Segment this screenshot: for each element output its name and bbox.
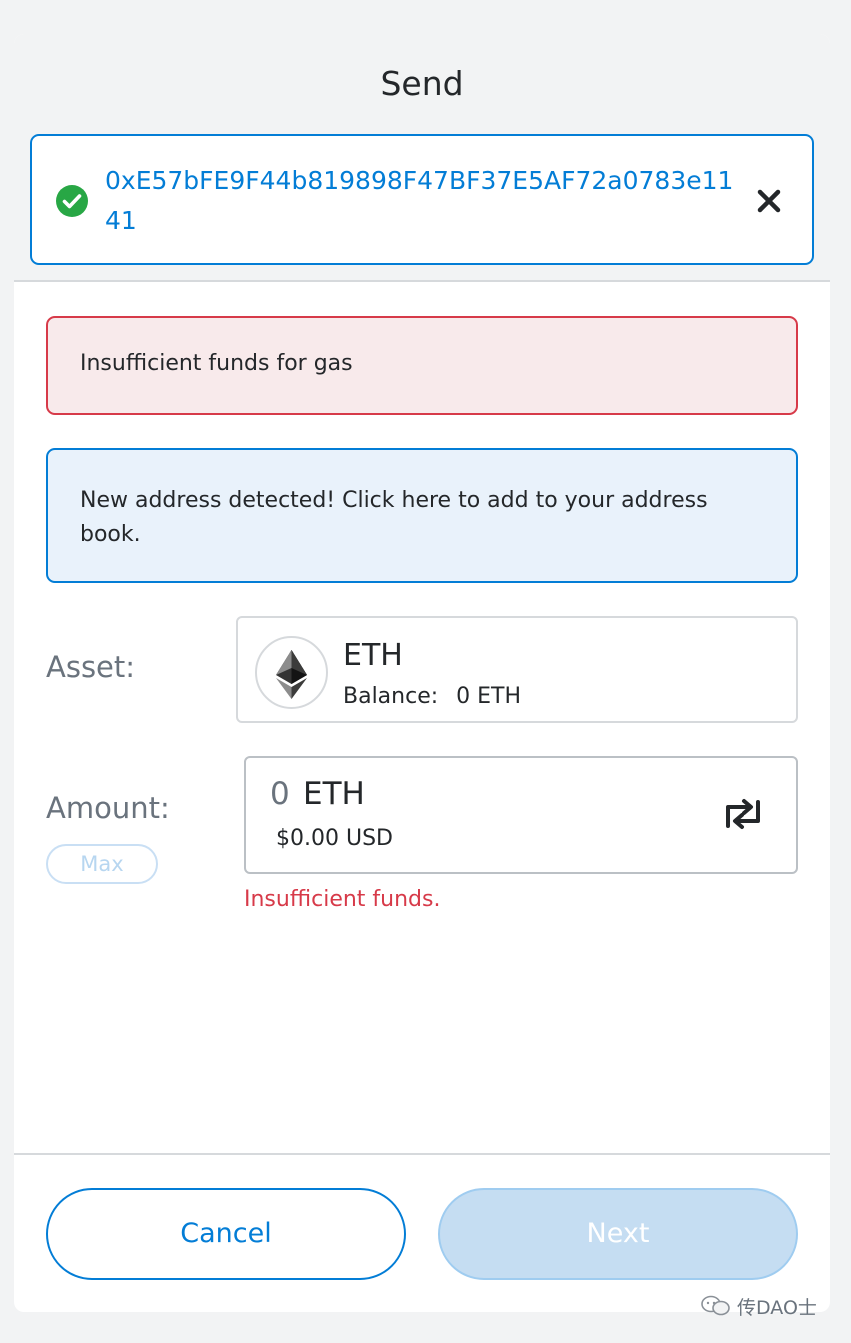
- watermark-text: 传DAO士: [737, 1297, 817, 1319]
- footer-divider: [14, 1153, 830, 1155]
- asset-symbol: ETH: [343, 638, 403, 673]
- new-address-alert[interactable]: New address detected! Click here to add …: [46, 448, 798, 583]
- send-header: Send 0xE57bFE9F44b819898F47BF37E5AF72a07…: [14, 34, 830, 282]
- chat-bubble-icon: [700, 1294, 732, 1322]
- send-panel: Send 0xE57bFE9F44b819898F47BF37E5AF72a07…: [14, 34, 830, 1312]
- balance-value: 0 ETH: [456, 684, 522, 709]
- max-button[interactable]: Max: [46, 844, 158, 884]
- amount-field[interactable]: 0 ETH $0.00 USD: [244, 756, 798, 874]
- asset-balance: Balance: 0 ETH: [343, 684, 521, 709]
- recipient-field[interactable]: 0xE57bFE9F44b819898F47BF37E5AF72a0783e11…: [30, 134, 814, 265]
- gas-error-alert: Insufficient funds for gas: [46, 316, 798, 415]
- amount-error: Insufficient funds.: [244, 887, 441, 912]
- check-circle-icon: [56, 185, 88, 217]
- ethereum-icon: [255, 636, 328, 709]
- gas-error-text: Insufficient funds for gas: [80, 351, 353, 376]
- next-button[interactable]: Next: [438, 1188, 798, 1280]
- cancel-button[interactable]: Cancel: [46, 1188, 406, 1280]
- amount-label: Amount:: [46, 791, 170, 825]
- recipient-address: 0xE57bFE9F44b819898F47BF37E5AF72a0783e11…: [105, 166, 734, 235]
- asset-label: Asset:: [46, 650, 136, 684]
- new-address-text: New address detected! Click here to add …: [80, 488, 708, 547]
- swap-icon[interactable]: [720, 798, 766, 830]
- amount-unit: ETH: [303, 776, 365, 812]
- amount-input[interactable]: 0: [270, 776, 290, 812]
- amount-fiat-value: $0.00 USD: [276, 826, 393, 851]
- page-title: Send: [380, 64, 464, 103]
- watermark: 传DAO士: [700, 1292, 830, 1320]
- balance-label: Balance:: [343, 684, 439, 709]
- asset-selector[interactable]: ETH Balance: 0 ETH: [236, 616, 798, 723]
- close-icon[interactable]: [756, 188, 782, 214]
